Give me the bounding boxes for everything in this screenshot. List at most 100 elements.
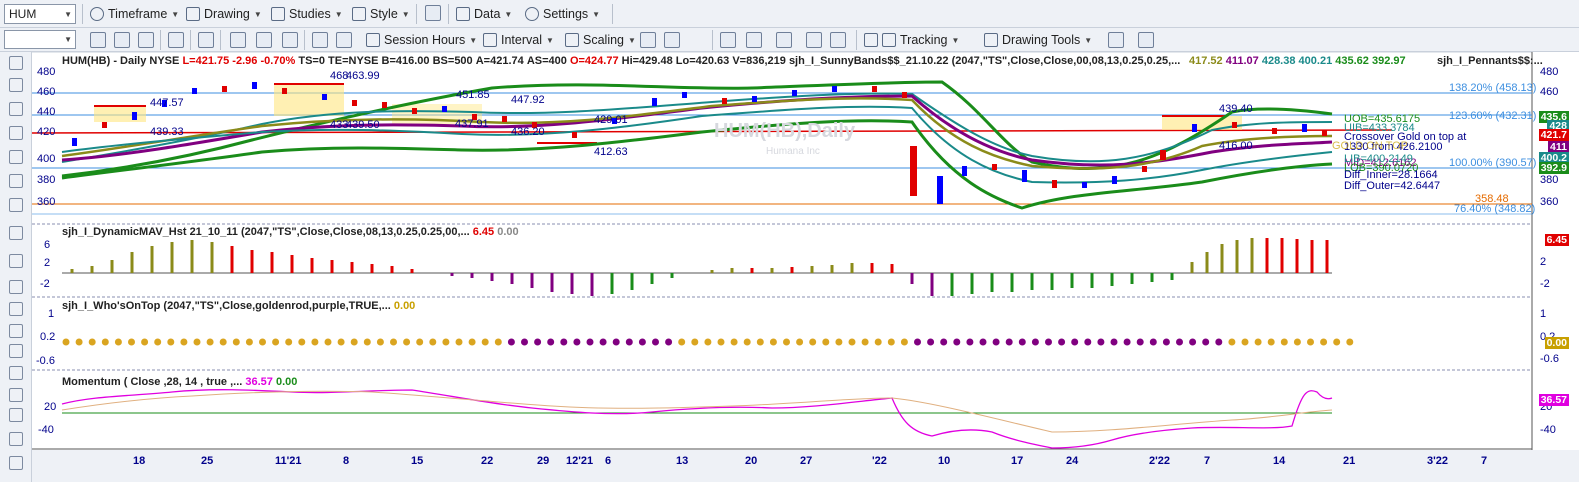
signal-dot: [704, 338, 712, 346]
signal-dot: [534, 338, 542, 346]
pointer-icon[interactable]: [9, 56, 23, 70]
x-axis-label: 10: [938, 455, 951, 467]
ray-icon[interactable]: [9, 102, 23, 116]
hlc-icon[interactable]: [746, 32, 762, 48]
bar-chart-icon[interactable]: [640, 32, 656, 48]
signal-dot: [141, 338, 149, 346]
interval-icon: [483, 33, 497, 47]
arrow-icon[interactable]: [9, 456, 23, 470]
signal-dot: [167, 338, 175, 346]
settings-small-icon[interactable]: [336, 32, 352, 48]
text-icon[interactable]: [9, 432, 23, 446]
toolbar-divider: [160, 30, 161, 50]
pitchfork-icon[interactable]: [9, 198, 23, 212]
signal-dot: [429, 338, 437, 346]
grid-icon[interactable]: [138, 32, 154, 48]
vertical-lines-icon[interactable]: [9, 254, 23, 268]
signal-dot: [1215, 338, 1223, 346]
measure-icon[interactable]: [9, 408, 23, 422]
grid-icon[interactable]: [9, 280, 23, 294]
signal-dot: [927, 338, 935, 346]
price-axis-tick: 440: [37, 106, 56, 118]
signal-dot: [363, 338, 371, 346]
crosshair-icon: [882, 33, 896, 47]
toolbar-divider: [220, 30, 221, 50]
bars-icon[interactable]: [9, 366, 23, 380]
pencil-icon[interactable]: [9, 226, 23, 240]
session-hours-menu[interactable]: Session Hours ▼: [366, 29, 477, 51]
signal-dot: [1058, 338, 1066, 346]
zoom-icon[interactable]: [168, 32, 184, 48]
signal-dot: [468, 338, 476, 346]
panel3-axis-tick: 0.2: [40, 331, 56, 343]
channel-icon[interactable]: [9, 174, 23, 188]
header-ts: TS=0: [298, 55, 325, 67]
candlestick-icon[interactable]: [664, 32, 680, 48]
chevron-down-icon[interactable]: ▼: [64, 35, 72, 44]
zoom-in-icon[interactable]: [806, 32, 822, 48]
cursor-icon[interactable]: [198, 32, 214, 48]
line-icon[interactable]: [9, 78, 23, 92]
session-hours-label: Session Hours: [384, 33, 466, 47]
drawing-tools-menu[interactable]: Drawing Tools ▼: [984, 29, 1092, 51]
interval-input[interactable]: ▼: [4, 30, 76, 49]
levels-icon[interactable]: [9, 302, 23, 316]
panel4-title-row: Momentum ( Close ,28, 14 , true ,... 36.…: [62, 376, 297, 388]
panel2-value-tag: 6.45: [1544, 234, 1569, 246]
signal-dot: [128, 338, 135, 346]
chevron-down-icon: ▼: [334, 9, 343, 19]
refresh-icon[interactable]: [90, 32, 106, 48]
signal-dot: [1084, 338, 1092, 346]
signal-dot: [1045, 338, 1052, 346]
reload-icon[interactable]: [114, 32, 130, 48]
symbol-input[interactable]: HUM ▼: [4, 4, 76, 24]
header-symbol: HUM(HB) - Daily: [62, 55, 147, 67]
signal-dot: [494, 338, 502, 346]
chart-type-icon[interactable]: [256, 32, 272, 48]
drawing-menu[interactable]: Drawing ▼: [186, 3, 262, 25]
split-view-icon[interactable]: [776, 32, 792, 48]
panel2-value: 0.00: [497, 226, 519, 238]
chevron-down-icon[interactable]: ▼: [64, 10, 72, 19]
panel3-axis-tick: 1: [48, 308, 55, 320]
zoom-out-icon[interactable]: [830, 32, 846, 48]
settings-menu[interactable]: Settings ▼: [525, 3, 600, 25]
resize-icon[interactable]: [9, 150, 23, 164]
signal-dot: [1149, 338, 1157, 346]
interval-menu[interactable]: Interval ▼: [483, 29, 554, 51]
data-menu[interactable]: Data ▼: [456, 3, 512, 25]
spiral-icon[interactable]: [9, 344, 23, 358]
pennants-label: sjh_I_Pennants$$:...: [1437, 55, 1543, 67]
timeframe-menu[interactable]: Timeframe ▼: [90, 3, 179, 25]
panel4-axis-tick: -40: [38, 424, 54, 436]
trendline-icon[interactable]: [1108, 32, 1124, 48]
data-icon: [456, 7, 470, 21]
indicator-icon[interactable]: [282, 32, 298, 48]
scaling-menu[interactable]: Scaling ▼: [565, 29, 636, 51]
last-price-tag: 421.7: [1538, 129, 1569, 141]
x-axis-label: 29: [537, 455, 550, 467]
price-label: 437.91: [455, 118, 489, 130]
fib-icon[interactable]: [9, 324, 23, 338]
signal-dot: [507, 338, 515, 346]
signal-dot: [783, 338, 790, 346]
style-menu[interactable]: Style ▼: [352, 3, 410, 25]
signal-dot: [1110, 338, 1118, 346]
session-icon: [366, 33, 380, 47]
properties-icon[interactable]: [312, 32, 328, 48]
signal-dot: [1202, 338, 1210, 346]
layout-icon[interactable]: [425, 5, 441, 21]
signal-dot: [442, 338, 450, 346]
signal-dot: [311, 338, 319, 346]
wave-icon[interactable]: [230, 32, 246, 48]
signal-dot: [350, 338, 358, 346]
tracking-menu[interactable]: Tracking ▼: [864, 29, 959, 51]
ohlc-icon[interactable]: [720, 32, 736, 48]
cycle-icon[interactable]: [9, 388, 23, 402]
horizontal-line-icon[interactable]: [9, 126, 23, 140]
x-axis-label: 2'22: [1149, 455, 1170, 467]
panel3-axis-tick-right: 1: [1540, 308, 1547, 320]
snapshot-icon[interactable]: [1138, 32, 1154, 48]
studies-menu[interactable]: Studies ▼: [271, 3, 343, 25]
style-label: Style: [370, 7, 398, 21]
